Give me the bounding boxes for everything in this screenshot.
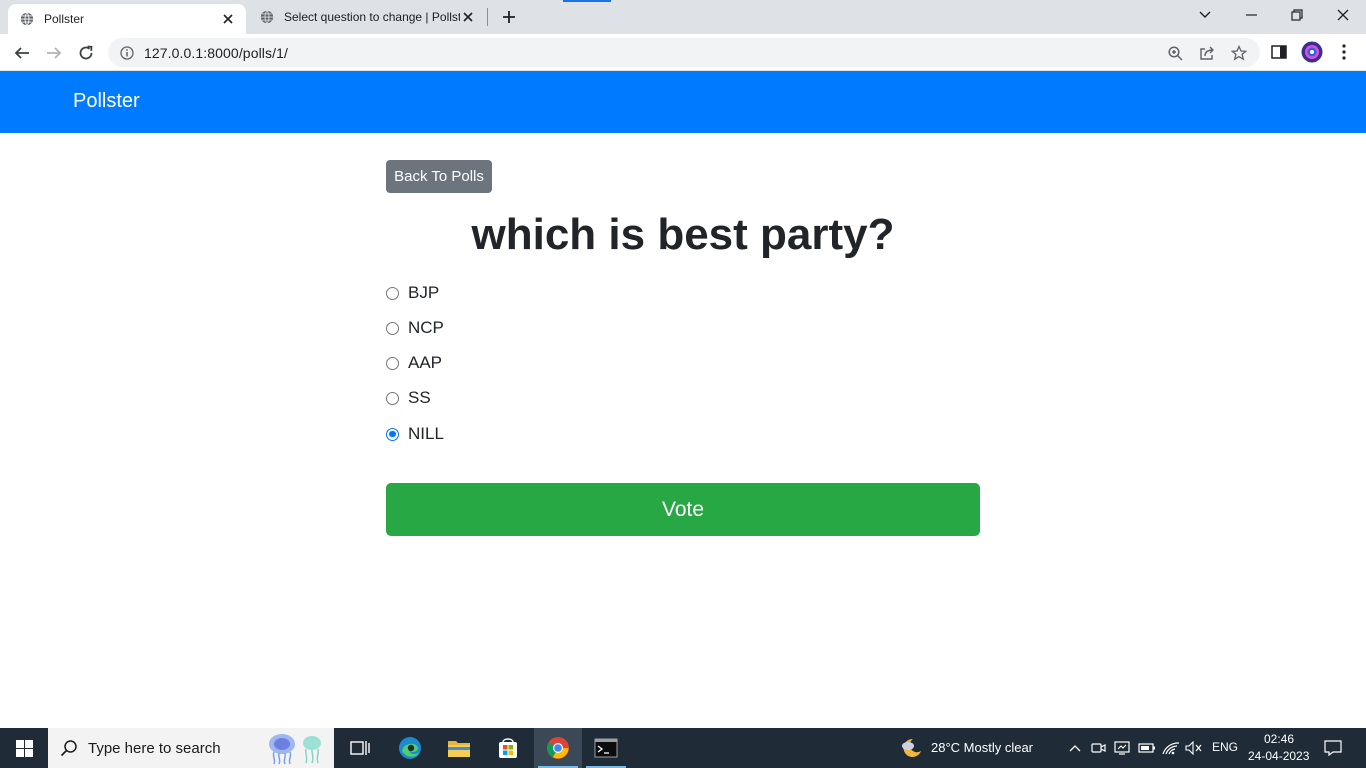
choice-label-nill[interactable]: NILL [408,424,444,444]
taskbar-search-box[interactable]: Type here to search [48,728,334,768]
weather-moon-cloud-icon[interactable] [899,736,923,760]
radio-nill[interactable] [386,427,399,441]
jellyfish-illustration-icon [269,734,321,765]
terminal-taskbar-icon[interactable] [582,728,630,768]
loading-indicator [563,0,611,2]
restore-icon[interactable] [1274,0,1320,30]
file-explorer-icon[interactable] [435,728,483,768]
site-navbar: Pollster [0,71,1366,133]
globe-icon [260,10,274,24]
language-indicator[interactable]: ENG [1212,740,1238,754]
zoom-icon[interactable] [1166,44,1184,62]
tab-separator [487,8,488,26]
close-tab-icon[interactable] [460,9,476,25]
reload-icon[interactable] [72,39,100,67]
side-panel-icon[interactable] [1269,42,1289,62]
edge-browser-icon[interactable] [386,728,434,768]
browser-toolbar: 127.0.0.1:8000/polls/1/ [0,34,1366,71]
clock-time[interactable]: 02:46 [1264,732,1294,746]
radio-ncp[interactable] [386,321,399,335]
search-icon [60,740,77,757]
notifications-icon[interactable] [1323,738,1343,758]
wifi-icon[interactable] [1161,738,1181,758]
question-title: which is best party? [471,210,895,259]
choice-label-ss[interactable]: SS [408,388,431,408]
choice-bjp[interactable]: BJP [386,283,439,303]
more-menu-icon[interactable] [1334,42,1354,62]
meet-now-icon[interactable] [1088,738,1108,758]
url-text: 127.0.0.1:8000/polls/1/ [144,44,288,61]
tab-title: Select question to change | Pollster [284,10,460,24]
choice-ncp[interactable]: NCP [386,318,444,338]
address-bar[interactable]: 127.0.0.1:8000/polls/1/ [108,38,1260,67]
taskbar: Type here to search 28°C Mostly clear EN… [0,728,1366,768]
choice-ss[interactable]: SS [386,388,431,408]
profile-avatar-icon[interactable] [1301,41,1323,63]
choice-label-aap[interactable]: AAP [408,353,442,373]
tab-title: Pollster [44,12,85,26]
choice-aap[interactable]: AAP [386,353,442,373]
bookmark-star-icon[interactable] [1230,44,1248,62]
radio-bjp[interactable] [386,286,399,300]
back-to-polls-button[interactable]: Back To Polls [386,160,492,193]
radio-ss[interactable] [386,391,399,405]
share-icon[interactable] [1198,44,1216,62]
vote-button[interactable]: Vote [386,483,980,536]
minimize-icon[interactable] [1228,0,1274,30]
monitor-app-icon[interactable] [1112,738,1132,758]
radio-aap[interactable] [386,356,399,370]
clock-date[interactable]: 24-04-2023 [1248,749,1309,763]
tab-search-chevron-icon[interactable] [1182,0,1228,30]
weather-text[interactable]: 28°C Mostly clear [931,740,1033,755]
site-info-icon[interactable] [120,45,134,60]
windows-start-icon[interactable] [0,728,48,768]
close-tab-icon[interactable] [220,11,236,27]
globe-icon [20,12,34,26]
choice-label-ncp[interactable]: NCP [408,318,444,338]
back-arrow-icon[interactable] [8,39,36,67]
choice-label-bjp[interactable]: BJP [408,283,439,303]
microsoft-store-icon[interactable] [484,728,532,768]
chrome-taskbar-icon[interactable] [534,728,582,768]
close-window-icon[interactable] [1320,0,1366,30]
new-tab-icon[interactable] [498,6,520,28]
forward-arrow-icon[interactable] [40,39,68,67]
task-view-icon[interactable] [336,728,384,768]
brand-link[interactable]: Pollster [73,90,140,113]
browser-tabstrip: Pollster Select question to change | Pol… [0,0,1366,34]
search-placeholder: Type here to search [88,739,221,757]
choice-nill[interactable]: NILL [386,424,444,444]
tab-pollster[interactable]: Pollster [8,4,246,34]
battery-icon[interactable] [1137,738,1157,758]
show-hidden-icons-chevron-icon[interactable] [1065,738,1085,758]
volume-muted-icon[interactable] [1184,738,1204,758]
tab-select-question[interactable]: Select question to change | Pollster [250,0,486,34]
